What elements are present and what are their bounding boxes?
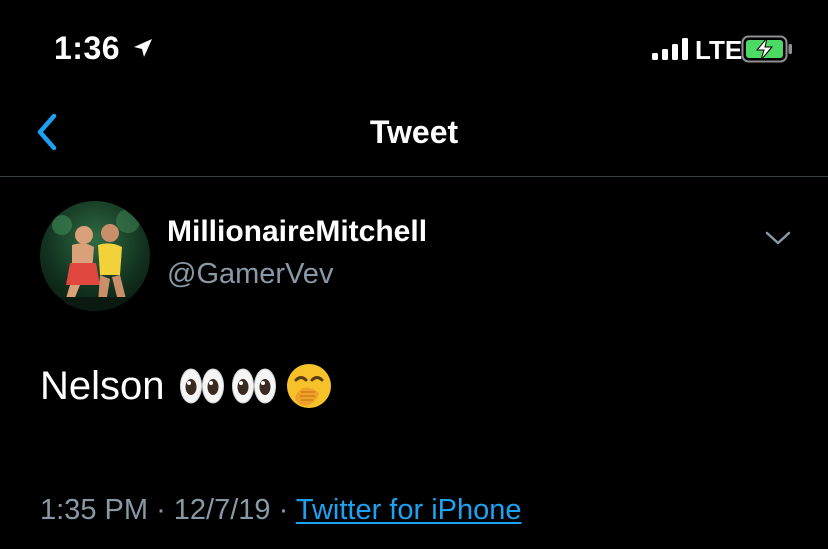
avatar-image xyxy=(40,209,150,311)
tweet-source-link[interactable]: Twitter for iPhone xyxy=(296,494,522,526)
tweet-date: 12/7/19 xyxy=(173,494,271,526)
emoji-group xyxy=(179,362,333,410)
eyes-icon xyxy=(179,368,224,404)
eyes-icon xyxy=(231,368,276,404)
page-title: Tweet xyxy=(369,114,459,150)
signal-icon xyxy=(652,38,688,60)
nav-bar: Tweet xyxy=(0,96,828,176)
tweet-time: 1:35 PM xyxy=(40,494,148,526)
location-icon xyxy=(134,39,152,57)
tweet-text: Nelson xyxy=(40,362,333,410)
meta-separator: · xyxy=(156,494,166,526)
tweet-text-content: Nelson xyxy=(40,363,165,408)
screen: 1:36 LTE Tweet MillionaireMitchell @Game… xyxy=(0,0,828,549)
author-handle[interactable]: @GamerVev xyxy=(167,258,333,291)
face-with-hand-over-mouth-icon xyxy=(286,364,331,408)
status-time: 1:36 xyxy=(54,30,121,66)
network-label: LTE xyxy=(695,35,743,65)
battery-charging-icon xyxy=(741,35,792,63)
meta-separator: · xyxy=(278,494,289,526)
avatar[interactable] xyxy=(40,201,150,311)
chevron-down-icon[interactable] xyxy=(764,228,792,248)
divider xyxy=(0,176,828,177)
author-name[interactable]: MillionaireMitchell xyxy=(167,215,427,249)
status-bar: 1:36 LTE xyxy=(0,0,828,96)
tweet-meta: 1:35 PM · 12/7/19 · Twitter for iPhone xyxy=(40,494,522,527)
